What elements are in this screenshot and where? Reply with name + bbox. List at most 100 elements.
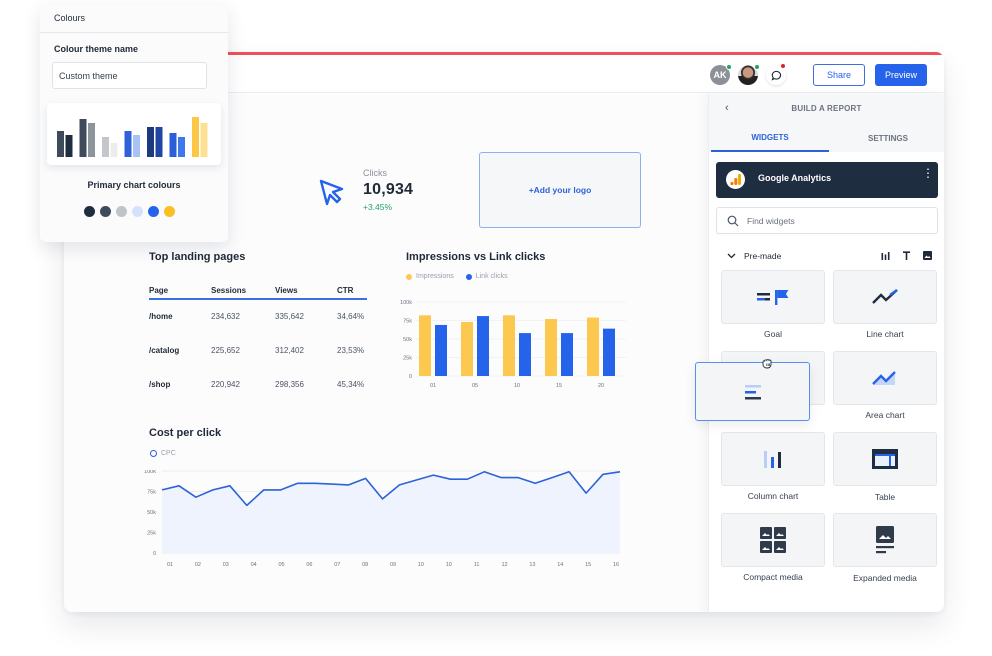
legend-label-cpc: CPC	[161, 450, 176, 457]
widget-tile-table[interactable]	[833, 432, 937, 486]
table-cell: 23,53%	[337, 345, 365, 355]
theme-name-input[interactable]	[52, 62, 207, 89]
notification-dot	[780, 63, 786, 69]
search-icon	[727, 215, 739, 227]
widget-tile-line-chart[interactable]	[833, 270, 937, 324]
colour-swatch[interactable]	[132, 206, 143, 217]
x-tick-label: 02	[195, 562, 201, 568]
grab-cursor-icon	[762, 359, 772, 369]
bar-list-icon	[744, 384, 761, 399]
theme-swatch-bar	[133, 135, 140, 157]
y-tick-label: 0	[409, 374, 412, 380]
colour-swatch[interactable]	[148, 206, 159, 217]
x-tick-label: 10	[446, 562, 452, 568]
share-button[interactable]: Share	[813, 64, 865, 86]
chevron-down-icon	[727, 253, 736, 259]
legend-label-link-clicks: Link clicks	[475, 273, 508, 280]
colour-swatch[interactable]	[84, 206, 95, 217]
table-cell: 335,642	[275, 312, 304, 321]
widget-label-expanded-media: Expanded media	[853, 573, 917, 583]
table-cell: 220,942	[211, 379, 240, 389]
widget-title-cpc: Cost per click	[149, 427, 222, 439]
column-chart-icon	[764, 451, 781, 468]
widget-label-line-chart: Line chart	[866, 329, 904, 339]
bar-link-clicks[interactable]	[603, 328, 615, 376]
build-report-panel: ‹ BUILD A REPORT WIDGETS SETTINGS Google…	[708, 94, 944, 612]
column-header[interactable]: Views	[275, 282, 337, 300]
dragged-widget-tile[interactable]	[695, 362, 810, 421]
data-source-name: Google Analytics	[758, 173, 832, 183]
text-filter-icon[interactable]	[902, 251, 911, 260]
kpi-delta: +3.45%	[363, 202, 393, 212]
colours-title: Colours	[54, 13, 86, 23]
widget-label-goal: Goal	[764, 329, 782, 339]
kpi-value: 10,934	[363, 181, 414, 198]
y-tick-label: 75k	[147, 490, 156, 496]
colour-swatch[interactable]	[100, 206, 111, 217]
theme-swatch-bar	[155, 127, 163, 157]
table-cell: /home	[149, 312, 173, 321]
x-tick-label: 15	[585, 562, 591, 568]
column-header[interactable]: Page	[149, 282, 211, 300]
chart-filter-icon[interactable]	[881, 251, 890, 260]
bar-impressions[interactable]	[587, 317, 599, 376]
panel-tabs: WIDGETS SETTINGS	[709, 124, 944, 152]
table-cell: 298,356	[275, 379, 304, 389]
widget-label-table: Table	[874, 492, 896, 502]
add-logo-button[interactable]: +Add your logo	[479, 152, 641, 228]
colour-swatch[interactable]	[116, 206, 127, 217]
preview-button[interactable]: Preview	[875, 64, 927, 86]
tab-widgets[interactable]: WIDGETS	[711, 124, 829, 152]
search-input[interactable]	[747, 208, 927, 233]
x-tick-label: 03	[223, 562, 229, 568]
table-cell: 225,652	[211, 345, 240, 355]
column-header[interactable]: Sessions	[211, 282, 275, 300]
landing-pages-table: Page Sessions Views CTR /home 234,632 335,642…	[149, 282, 367, 401]
data-source-card[interactable]: Google Analytics ⋮	[716, 162, 938, 198]
x-tick-label: 01	[430, 383, 436, 389]
theme-swatch-bar	[57, 131, 64, 157]
colours-panel: Colours Colour theme name Primary chart …	[40, 5, 228, 242]
bar-link-clicks[interactable]	[435, 324, 447, 376]
y-tick-label: 50k	[403, 337, 412, 343]
theme-preview-card	[47, 103, 221, 165]
colours-header: Colours	[40, 5, 228, 33]
bar-link-clicks[interactable]	[477, 316, 489, 376]
bar-link-clicks[interactable]	[561, 333, 573, 376]
x-tick-label: 07	[334, 562, 340, 568]
y-tick-label: 75k	[403, 319, 412, 325]
table-cell: /catalog	[149, 345, 180, 355]
premade-section-toggle[interactable]: Pre-made	[727, 251, 781, 261]
x-tick-label: 08	[362, 562, 368, 568]
x-tick-label: 10	[418, 562, 424, 568]
widget-tile-goal[interactable]	[721, 270, 825, 324]
widget-label-column-chart: Column chart	[747, 491, 799, 501]
column-header[interactable]: CTR	[337, 282, 367, 300]
bar-impressions[interactable]	[503, 315, 515, 376]
widget-tile-column-chart[interactable]	[721, 432, 825, 486]
colour-swatch[interactable]	[164, 206, 175, 217]
expanded-media-icon	[876, 526, 894, 554]
theme-swatch-bar	[65, 135, 73, 157]
bar-impressions[interactable]	[545, 319, 557, 376]
legend-swatch-link-clicks	[465, 273, 472, 280]
x-tick-label: 05	[472, 383, 478, 389]
widget-title-impressions: Impressions vs Link clicks	[406, 251, 546, 263]
tab-settings[interactable]: SETTINGS	[829, 124, 944, 152]
chat-bubble-icon	[770, 70, 781, 81]
theme-name-label: Colour theme name	[54, 44, 139, 54]
widget-tile-compact-media[interactable]	[721, 513, 825, 567]
widget-tile-area-chart[interactable]	[833, 351, 937, 405]
y-tick-label: 0	[153, 551, 156, 557]
bar-link-clicks[interactable]	[519, 333, 531, 376]
more-vertical-icon[interactable]: ⋮	[922, 167, 934, 179]
bar-impressions[interactable]	[419, 315, 431, 376]
table-cell: 312,402	[275, 345, 304, 355]
widget-search	[716, 207, 938, 234]
widget-tile-expanded-media[interactable]	[833, 513, 937, 567]
image-filter-icon[interactable]	[923, 251, 932, 260]
widget-label-compact-media: Compact media	[743, 572, 803, 582]
bar-impressions[interactable]	[461, 321, 473, 376]
theme-swatch-bar	[147, 127, 154, 157]
x-tick-label: 10	[514, 383, 520, 389]
